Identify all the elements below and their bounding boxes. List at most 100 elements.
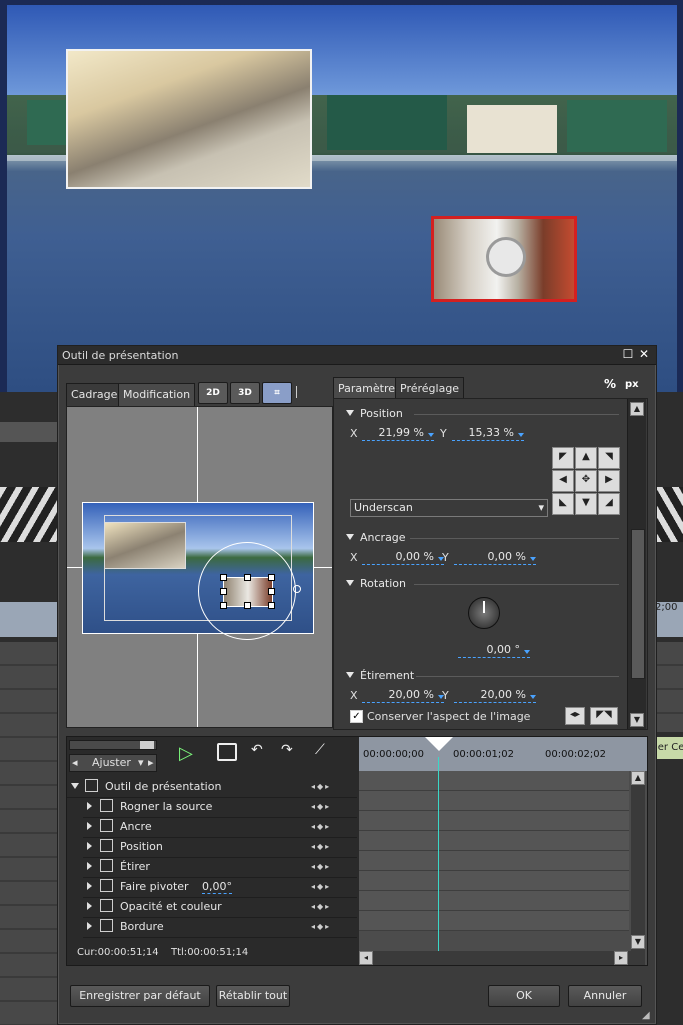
align-left-icon[interactable]: ◀ [552,470,574,492]
rotate-value[interactable]: 0,00° [202,880,233,894]
keyframe-nav-icon[interactable]: ◂◆▸ [311,857,331,877]
rotation-field[interactable]: 0,00 ° [458,643,530,658]
2d-mode-icon[interactable]: 2D [198,382,228,404]
align-top-left-icon[interactable]: ◤ [552,447,574,469]
keyframe-area[interactable]: 00:00:00;00 00:00:01;02 00:00:02;02 ▲ ▼ … [359,737,647,965]
expand-right-icon[interactable] [87,922,92,930]
keyframe-nav-icon[interactable]: ◂◆▸ [311,877,331,897]
expand-right-icon[interactable] [87,902,92,910]
next-icon[interactable]: ▸ [148,755,154,771]
tab-parametre[interactable]: Paramètre [333,377,400,400]
save-default-button[interactable]: Enregistrer par défaut [70,985,210,1007]
add-keyframe-icon[interactable] [217,743,237,761]
track-checkbox[interactable] [100,919,113,932]
flip-horizontal-icon[interactable]: ◂▸ [565,707,585,725]
section-stretch[interactable]: Étirement [346,669,414,682]
unit-percent-button[interactable]: % [604,377,616,391]
tab-cadrage[interactable]: Cadrage [66,383,123,406]
grid-view-icon[interactable]: ⌗ [262,382,292,404]
reset-all-button[interactable]: Rétablir tout [216,985,290,1007]
align-top-right-icon[interactable]: ◥ [598,447,620,469]
section-position[interactable]: Position [346,407,403,420]
align-top-icon[interactable]: ▲ [575,447,597,469]
align-bottom-right-icon[interactable]: ◢ [598,493,620,515]
scroll-down-icon[interactable]: ▼ [631,935,645,949]
flip-vertical-icon[interactable]: ◤◥ [590,707,618,725]
keyframe-nav-icon[interactable]: ◂◆▸ [311,817,331,837]
position-x-field[interactable]: 21,99 % [362,426,434,441]
pip-video-clock[interactable] [431,216,577,302]
align-bottom-icon[interactable]: ▼ [575,493,597,515]
scroll-up-icon[interactable]: ▲ [630,402,644,416]
keyframe-nav-icon[interactable]: ◂◆▸ [311,837,331,857]
section-rotation[interactable]: Rotation [346,577,406,590]
playhead-marker-icon[interactable] [425,737,453,751]
anchor-y-field[interactable]: 0,00 % [454,550,536,565]
resize-handle[interactable] [220,574,227,581]
canvas-pip1[interactable] [104,522,186,569]
params-scrollbar[interactable]: ▲ ▼ [627,399,646,729]
resize-handle[interactable] [268,574,275,581]
expand-right-icon[interactable] [87,862,92,870]
scroll-right-icon[interactable]: ▸ [614,951,628,965]
keyframe-nav-icon[interactable]: ◂◆▸ [311,777,331,797]
pip-video-station[interactable] [66,49,312,189]
cancel-button[interactable]: Annuler [568,985,642,1007]
scroll-down-icon[interactable]: ▼ [630,713,644,727]
track-checkbox[interactable] [100,859,113,872]
track-row-rotate[interactable]: Faire pivoter 0,00° ◂◆▸ [83,877,357,898]
resize-handle[interactable] [244,574,251,581]
track-row-anchor[interactable]: Ancre ◂◆▸ [83,817,357,838]
keyframe-nav-icon[interactable]: ◂◆▸ [311,797,331,817]
next-keyframe-icon[interactable]: ↷ [281,742,293,758]
layout-canvas[interactable] [66,406,333,728]
maximize-icon[interactable]: ☐ [621,348,635,361]
stretch-y-field[interactable]: 20,00 % [454,688,536,703]
anchor-x-field[interactable]: 0,00 % [362,550,444,565]
scroll-thumb[interactable] [631,529,645,679]
track-checkbox[interactable] [100,879,113,892]
zoom-slider[interactable] [69,740,157,750]
align-center-icon[interactable]: ✥ [575,470,597,492]
3d-mode-icon[interactable]: 3D [230,382,260,404]
dialog-titlebar[interactable]: Outil de présentation ☐ ✕ [58,346,656,365]
rotation-dial[interactable] [468,597,500,629]
track-row-layout-tool[interactable]: Outil de présentation ◂◆▸ [67,777,357,798]
track-row-position[interactable]: Position ◂◆▸ [83,837,357,858]
track-checkbox[interactable] [100,819,113,832]
graph-icon[interactable]: ⟋ [315,742,325,758]
expand-right-icon[interactable] [87,842,92,850]
scroll-up-icon[interactable]: ▲ [631,771,645,785]
prev-icon[interactable]: ◂ [72,755,78,771]
unit-px-button[interactable]: px [625,379,639,390]
stretch-x-field[interactable]: 20,00 % [362,688,444,703]
resize-handle[interactable] [244,602,251,609]
track-checkbox[interactable] [100,799,113,812]
scroll-left-icon[interactable]: ◂ [359,951,373,965]
track-row-border[interactable]: Bordure ◂◆▸ [83,917,357,938]
expand-right-icon[interactable] [87,822,92,830]
scan-mode-select[interactable]: Underscan ▾ [350,499,548,517]
tab-preglage[interactable]: Préréglage [395,377,465,400]
fit-select[interactable]: ◂ Ajuster ▾ ▸ [69,754,157,772]
keyframe-nav-icon[interactable]: ◂◆▸ [311,917,331,937]
track-checkbox[interactable] [85,779,98,792]
resize-grip-icon[interactable]: ◢ [642,1010,650,1021]
align-right-icon[interactable]: ▶ [598,470,620,492]
keyframe-nav-icon[interactable]: ◂◆▸ [311,897,331,917]
expand-right-icon[interactable] [87,802,92,810]
rotation-handle[interactable] [293,585,301,593]
track-row-opacity[interactable]: Opacité et couleur ◂◆▸ [83,897,357,918]
track-row-crop-source[interactable]: Rogner la source ◂◆▸ [83,797,357,818]
time-ruler[interactable]: 00:00:00;00 00:00:01;02 00:00:02;02 [359,737,647,771]
track-row-stretch[interactable]: Étirer ◂◆▸ [83,857,357,878]
keep-aspect-checkbox[interactable]: ✓ [350,710,363,723]
play-icon[interactable]: ▷ [179,743,193,764]
ok-button[interactable]: OK [488,985,560,1007]
expand-down-icon[interactable] [71,783,79,789]
keyframe-hscroll[interactable]: ◂ ▸ [359,951,645,965]
resize-handle[interactable] [220,602,227,609]
chevron-down-icon[interactable]: ▾ [138,755,144,771]
position-y-field[interactable]: 15,33 % [452,426,524,441]
resize-handle[interactable] [220,588,227,595]
